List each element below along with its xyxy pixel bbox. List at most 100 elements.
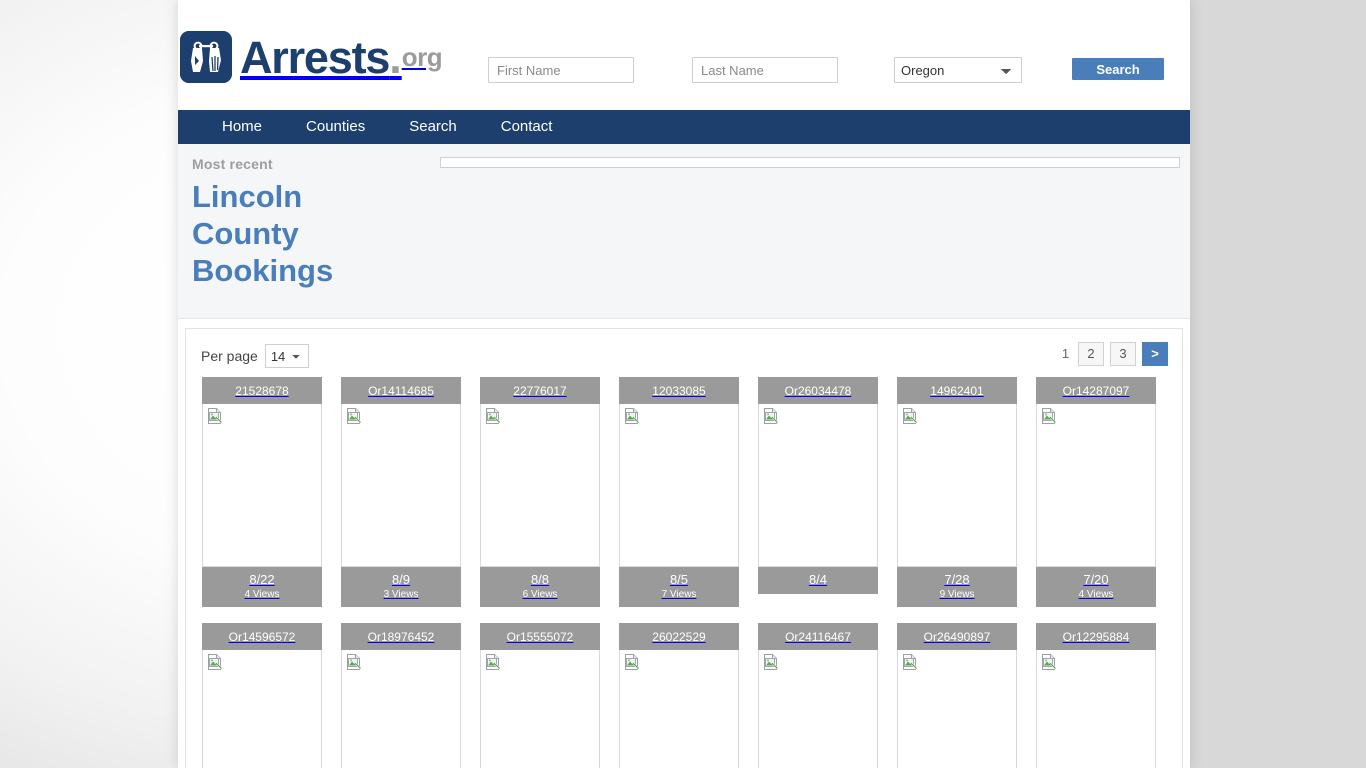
- booking-photo: [1036, 650, 1156, 768]
- booking-photo: [619, 650, 739, 768]
- booking-card[interactable]: Or14114685 8/9 3 Views: [341, 377, 461, 607]
- booking-card[interactable]: 14962401 7/28 9 Views: [897, 377, 1017, 607]
- booking-footer: 7/20 4 Views: [1036, 567, 1156, 607]
- booking-id: Or12295884: [1036, 623, 1156, 650]
- booking-id: 14962401: [897, 377, 1017, 404]
- booking-views: 4 Views: [1078, 589, 1114, 600]
- booking-card[interactable]: 12033085 8/5 7 Views: [619, 377, 739, 607]
- brand-tld: org: [401, 42, 443, 72]
- booking-photo: [897, 650, 1017, 768]
- booking-photo: [202, 650, 322, 768]
- last-name-input[interactable]: [692, 57, 838, 83]
- booking-photo: [341, 650, 461, 768]
- booking-card[interactable]: Or14287097 7/20 4 Views: [1036, 377, 1156, 607]
- brand-name: Arrests: [240, 31, 390, 83]
- booking-views: 6 Views: [522, 589, 558, 600]
- booking-date: 8/9: [391, 572, 411, 587]
- broken-image-icon: [625, 408, 640, 424]
- bookings-grid: 21528678 8/22 4 Views Or14114685 8/9 3 V…: [186, 377, 1182, 768]
- broken-image-icon: [1042, 408, 1057, 424]
- broken-image-icon: [764, 654, 779, 670]
- booking-date: 8/4: [808, 572, 828, 587]
- booking-date: 8/8: [530, 572, 550, 587]
- booking-photo: [619, 404, 739, 567]
- booking-card[interactable]: Or26034478 8/4: [758, 377, 878, 607]
- broken-image-icon: [486, 408, 501, 424]
- booking-id: Or24116467: [758, 623, 878, 650]
- pagination-next-button[interactable]: >: [1142, 342, 1168, 366]
- nav-item-counties[interactable]: Counties: [284, 110, 387, 144]
- booking-photo: [480, 404, 600, 567]
- booking-id: Or14114685: [341, 377, 461, 404]
- booking-footer: 8/8 6 Views: [480, 567, 600, 607]
- brand-dot: .: [389, 31, 402, 83]
- booking-views: 9 Views: [939, 589, 975, 600]
- booking-id: Or14287097: [1036, 377, 1156, 404]
- booking-card[interactable]: 22776017 8/8 6 Views: [480, 377, 600, 607]
- booking-photo: [480, 650, 600, 768]
- booking-photo: [758, 404, 878, 567]
- booking-card[interactable]: Or12295884: [1036, 623, 1156, 768]
- per-page-control: Per page 14: [201, 344, 309, 368]
- handcuffs-icon: [180, 31, 232, 83]
- pagination-page-3[interactable]: 3: [1110, 342, 1136, 366]
- booking-date: 8/5: [669, 572, 689, 587]
- broken-image-icon: [347, 408, 362, 424]
- booking-photo: [897, 404, 1017, 567]
- page-title: Lincoln County Bookings: [192, 179, 334, 288]
- booking-id: 26022529: [619, 623, 739, 650]
- booking-views: 7 Views: [661, 589, 697, 600]
- booking-photo: [202, 404, 322, 567]
- booking-date: 7/20: [1083, 572, 1109, 587]
- pagination-current: 1: [1061, 346, 1070, 361]
- per-page-select[interactable]: 14: [264, 344, 309, 368]
- booking-footer: 8/22 4 Views: [202, 567, 322, 607]
- booking-card[interactable]: Or26490897: [897, 623, 1017, 768]
- booking-footer: 8/9 3 Views: [341, 567, 461, 607]
- booking-photo: [341, 404, 461, 567]
- booking-id: Or14596572: [202, 623, 322, 650]
- hero-section: Most recent Lincoln County Bookings: [178, 144, 1190, 319]
- booking-card[interactable]: 26022529: [619, 623, 739, 768]
- search-button[interactable]: Search: [1072, 58, 1164, 80]
- ad-placeholder: [440, 157, 1180, 168]
- nav-item-home[interactable]: Home: [200, 110, 284, 144]
- main-navigation: Home Counties Search Contact: [178, 110, 1190, 144]
- pagination: 1 2 3 >: [1059, 342, 1168, 366]
- booking-card[interactable]: Or15555072: [480, 623, 600, 768]
- per-page-label: Per page: [201, 348, 258, 364]
- first-name-input[interactable]: [488, 57, 634, 83]
- nav-item-search[interactable]: Search: [387, 110, 479, 144]
- broken-image-icon: [625, 654, 640, 670]
- booking-id: 12033085: [619, 377, 739, 404]
- broken-image-icon: [1042, 654, 1057, 670]
- masthead: Arrests . org Oregon Search: [178, 0, 1190, 110]
- booking-views: 4 Views: [244, 589, 280, 600]
- state-select[interactable]: Oregon: [894, 57, 1022, 83]
- broken-image-icon: [903, 654, 918, 670]
- booking-date: 7/28: [944, 572, 970, 587]
- nav-item-contact[interactable]: Contact: [479, 110, 575, 144]
- booking-photo: [758, 650, 878, 768]
- booking-id: Or26490897: [897, 623, 1017, 650]
- broken-image-icon: [486, 654, 501, 670]
- booking-photo: [1036, 404, 1156, 567]
- hero-eyebrow: Most recent: [192, 156, 273, 172]
- hero-text-block: Most recent Lincoln County Bookings: [192, 156, 372, 289]
- booking-card[interactable]: Or14596572: [202, 623, 322, 768]
- site-container: Arrests . org Oregon Search Home Countie…: [178, 0, 1190, 768]
- broken-image-icon: [208, 408, 223, 424]
- booking-footer: 7/28 9 Views: [897, 567, 1017, 607]
- broken-image-icon: [764, 408, 779, 424]
- booking-card[interactable]: 21528678 8/22 4 Views: [202, 377, 322, 607]
- broken-image-icon: [903, 408, 918, 424]
- booking-footer: 8/5 7 Views: [619, 567, 739, 607]
- booking-card[interactable]: Or24116467: [758, 623, 878, 768]
- broken-image-icon: [347, 654, 362, 670]
- broken-image-icon: [208, 654, 223, 670]
- booking-id: 22776017: [480, 377, 600, 404]
- booking-card[interactable]: Or18976452: [341, 623, 461, 768]
- results-toolbar: Per page 14 1 2 3 >: [186, 329, 1182, 377]
- site-logo-link[interactable]: Arrests . org: [180, 30, 443, 84]
- pagination-page-2[interactable]: 2: [1078, 342, 1104, 366]
